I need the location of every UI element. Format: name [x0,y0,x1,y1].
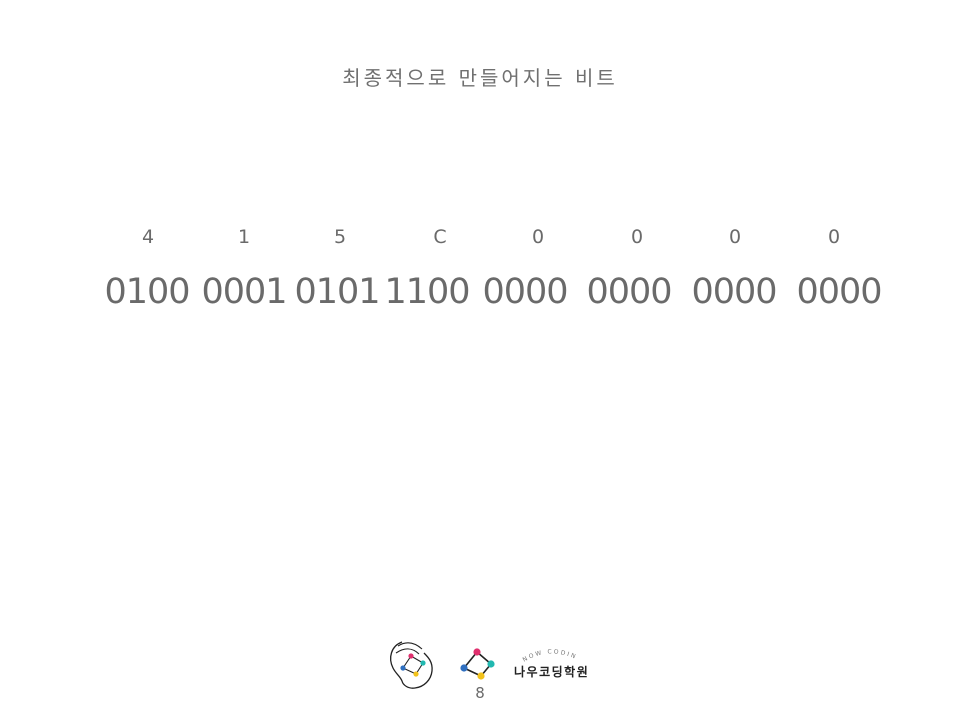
binary-group-row: 0100 0001 0101 1100 0000 0000 0000 0000 [0,272,960,316]
binary-group: 0000 [691,272,777,312]
binary-group: 0000 [482,272,568,312]
binary-group: 0000 [796,272,882,312]
node-dot [487,660,495,668]
page-number: 8 [475,684,485,702]
node-dot [460,664,468,672]
hex-digit: 0 [827,226,841,248]
binary-group: 0001 [201,272,287,312]
node-dot [420,660,426,666]
hex-digit-row: 4 1 5 C 0 0 0 0 [0,226,960,252]
hex-digit: 0 [531,226,545,248]
logo-name: 나우코딩학원 [514,664,589,679]
hex-digit: 5 [333,226,347,248]
head-hair [395,642,423,655]
node-dot [477,672,485,680]
hex-digit: 0 [728,226,742,248]
binary-group: 1100 [384,272,470,312]
binary-group: 0000 [586,272,672,312]
binary-group: 0101 [294,272,380,312]
node-dot [400,665,406,671]
node-dot [473,648,481,656]
binary-group: 0100 [104,272,190,312]
slide: 최종적으로 만들어지는 비트 4 1 5 C 0 0 0 0 0100 0001… [0,0,960,720]
node-dot [408,653,414,659]
slide-title: 최종적으로 만들어지는 비트 [342,66,618,90]
node-dot [413,671,419,677]
hex-digit: 0 [630,226,644,248]
hex-digit: 1 [237,226,251,248]
hex-digit: C [433,226,447,248]
hex-digit: 4 [141,226,155,248]
